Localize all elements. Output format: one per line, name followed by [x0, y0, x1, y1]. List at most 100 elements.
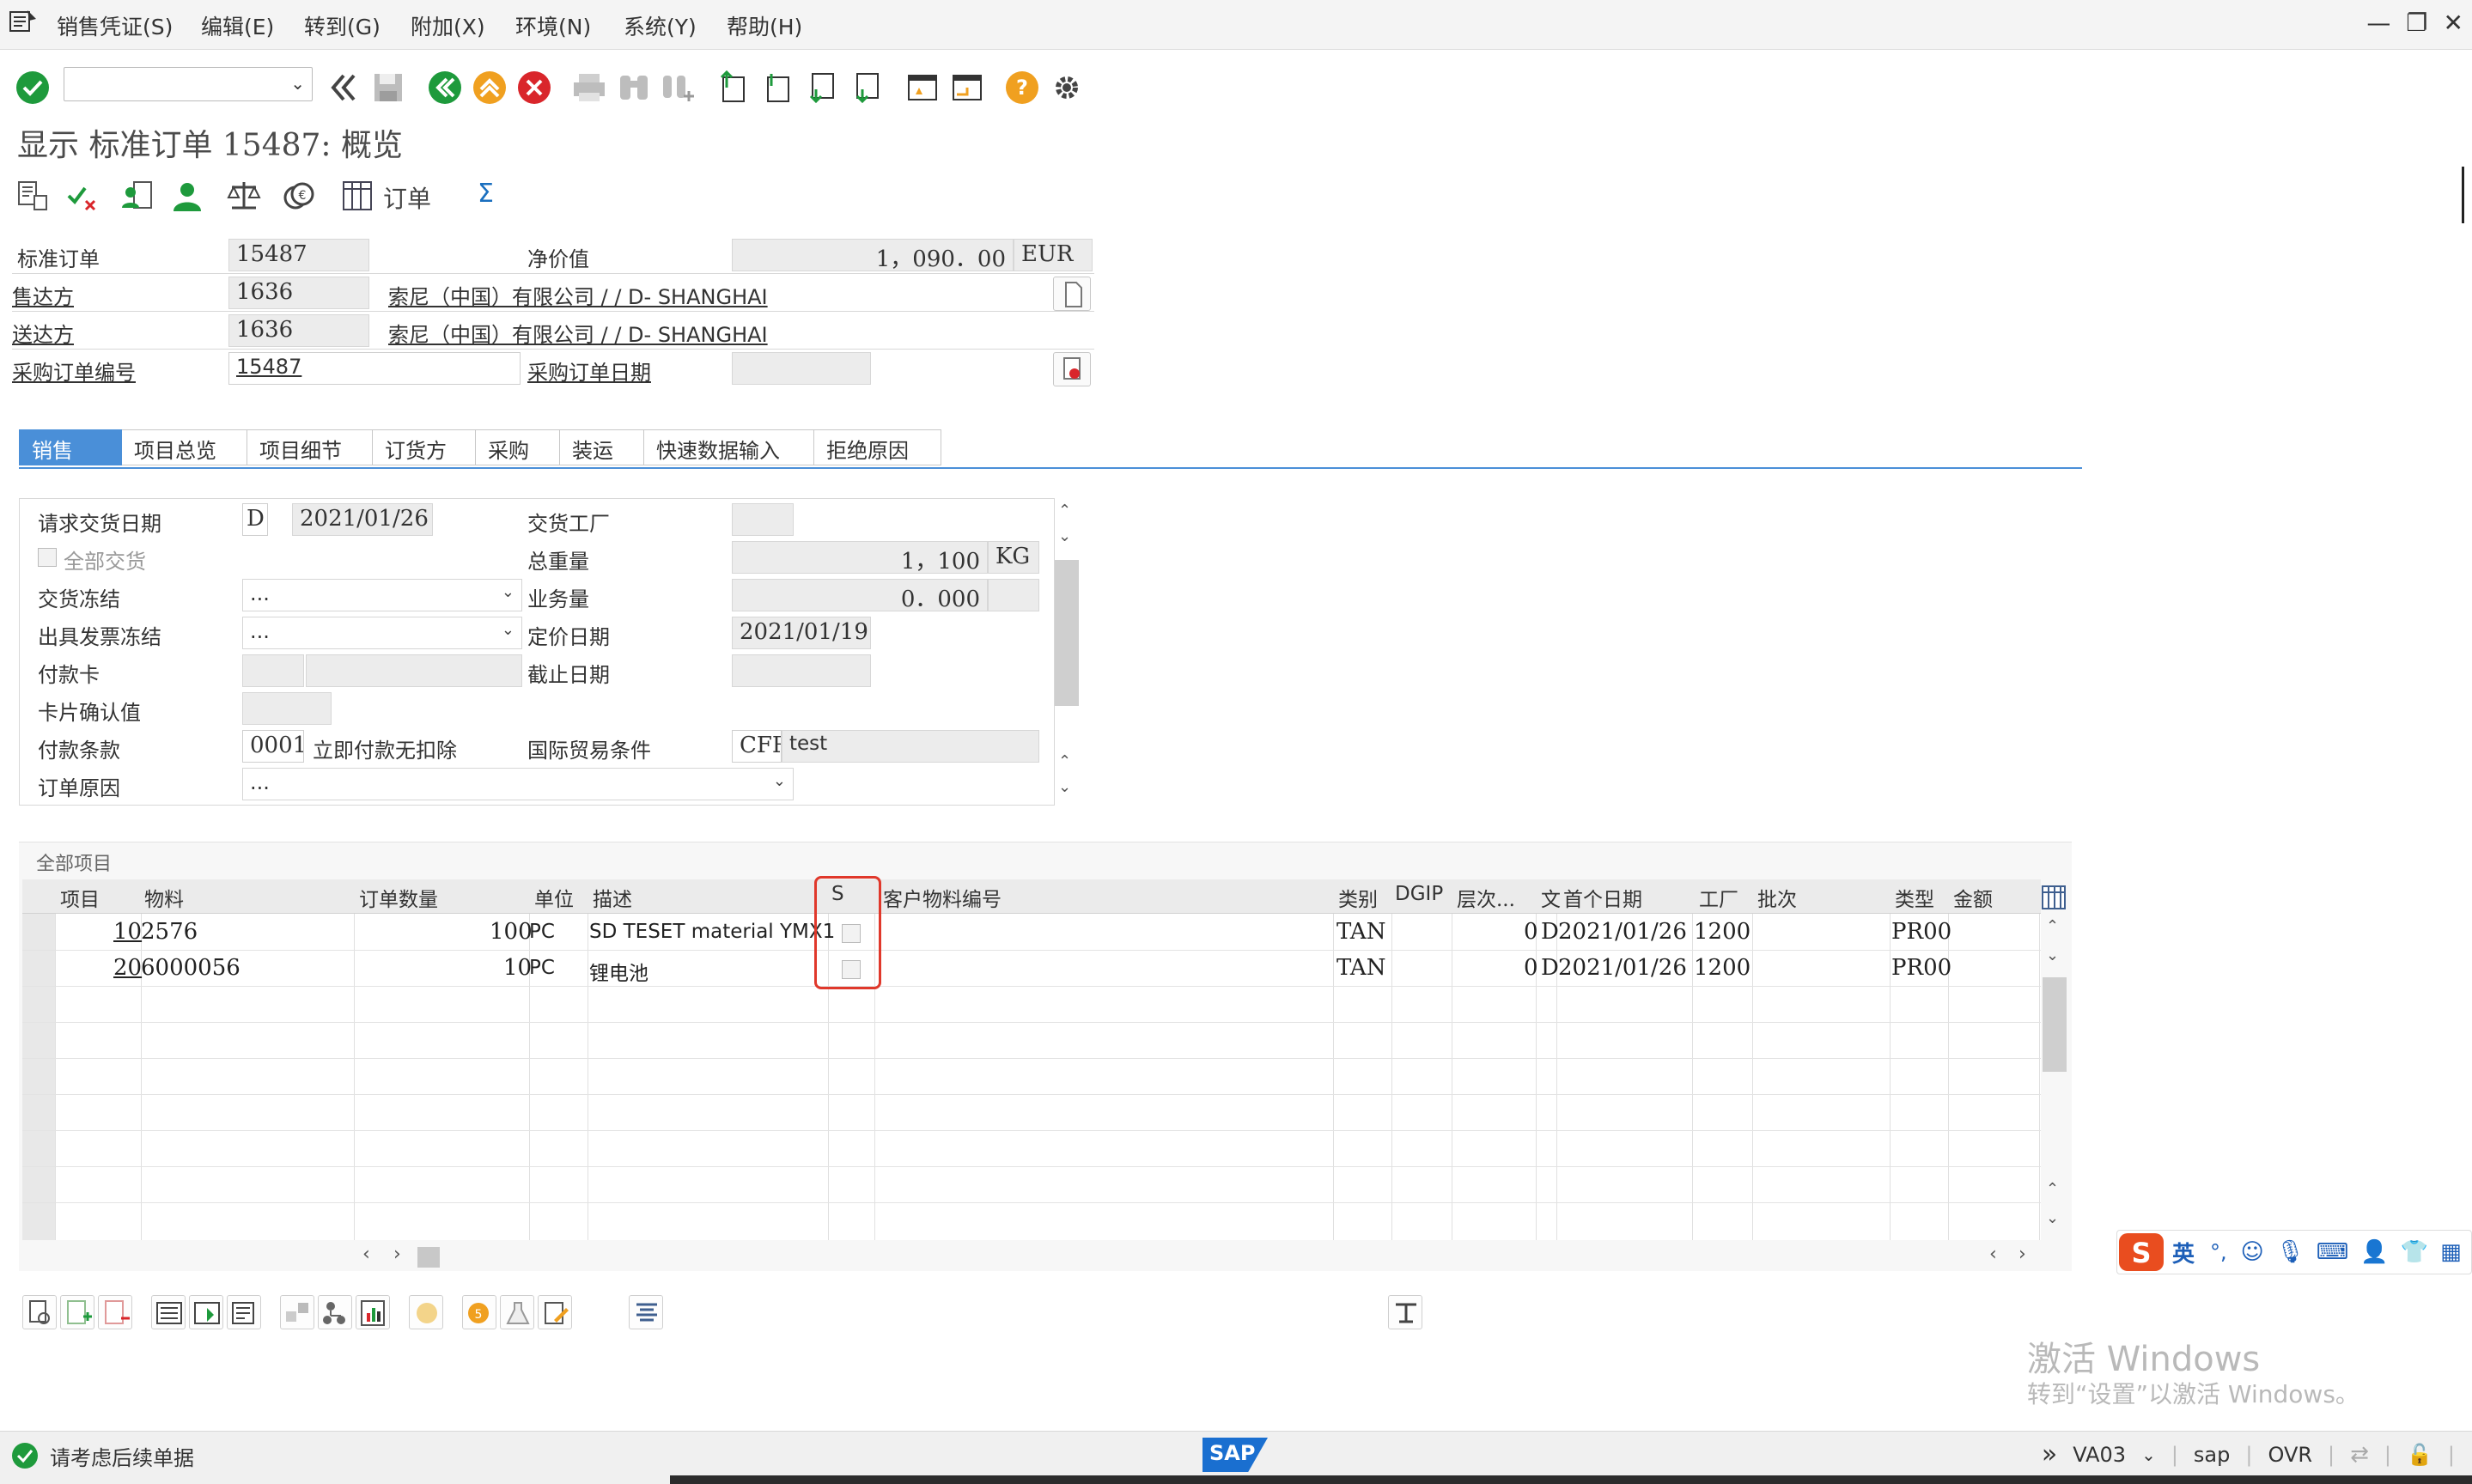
payment-card-field[interactable]: [306, 654, 522, 687]
po-date-field[interactable]: [732, 352, 871, 385]
scroll-right-icon[interactable]: ›: [2018, 1244, 2026, 1265]
user-settings-icon[interactable]: 👤: [2360, 1239, 2388, 1265]
delivery-block-select[interactable]: ... ⌄: [242, 579, 522, 611]
weight-unit-field[interactable]: KG: [988, 541, 1039, 574]
balance-scale-icon[interactable]: [227, 179, 261, 213]
help-icon[interactable]: ?: [1003, 69, 1041, 106]
row-type[interactable]: PR00: [1891, 955, 1951, 981]
row-qty[interactable]: 100: [490, 919, 533, 945]
col-customer-material[interactable]: 客户物料编号: [883, 883, 1002, 912]
first-page-icon[interactable]: [715, 69, 752, 106]
incoterms-text-field[interactable]: test: [782, 730, 1039, 763]
menu-system[interactable]: 系统(Y): [624, 10, 697, 41]
card-verification-field[interactable]: [242, 692, 332, 725]
row-material[interactable]: 2576: [141, 919, 198, 945]
table-icon[interactable]: [340, 179, 374, 213]
pdf-button[interactable]: [356, 1295, 390, 1329]
scroll-right-icon[interactable]: ›: [393, 1244, 401, 1265]
row-description[interactable]: 锂电池: [589, 957, 648, 986]
tab-procurement[interactable]: 采购: [476, 429, 560, 465]
row-category[interactable]: TAN: [1336, 919, 1385, 945]
filter-button[interactable]: [1388, 1295, 1422, 1329]
maximize-button[interactable]: ❐: [2406, 9, 2427, 37]
sold-to-name[interactable]: 索尼（中国）有限公司 / / D- SHANGHAI: [388, 280, 768, 310]
scroll-down-icon[interactable]: ⌄: [1058, 778, 1071, 796]
row-level[interactable]: 0: [1524, 955, 1538, 981]
tab-item-overview[interactable]: 项目总览: [122, 429, 247, 465]
tab-sales[interactable]: 销售: [19, 429, 122, 465]
po-date-label[interactable]: 采购订单日期: [527, 356, 651, 386]
tab-fast-data-entry[interactable]: 快速数据输入: [644, 429, 814, 465]
tab-ordering-party[interactable]: 订货方: [373, 429, 476, 465]
find-next-icon[interactable]: [660, 69, 697, 106]
menu-icon[interactable]: [9, 9, 38, 34]
row-unit[interactable]: PC: [529, 921, 555, 943]
col-category[interactable]: 类别: [1338, 883, 1378, 912]
find-icon[interactable]: [615, 69, 653, 106]
scroll-left-icon[interactable]: ‹: [362, 1244, 370, 1265]
microphone-icon[interactable]: 🎙: [2276, 1239, 2305, 1265]
print-icon[interactable]: [570, 69, 608, 106]
grid-icon[interactable]: ▦: [2440, 1239, 2462, 1265]
col-amount[interactable]: 金额: [1953, 883, 1993, 912]
partner-document-icon[interactable]: [120, 179, 155, 213]
row-level[interactable]: 0: [1524, 919, 1538, 945]
configuration-button[interactable]: [280, 1295, 314, 1329]
req-delivery-date-type-field[interactable]: D: [242, 503, 268, 536]
payment-card-type-field[interactable]: [242, 654, 304, 687]
generate-shortcut-icon[interactable]: [948, 69, 986, 106]
currency-icon[interactable]: €: [282, 179, 316, 213]
new-session-icon[interactable]: [904, 69, 941, 106]
sold-to-label[interactable]: 售达方: [12, 280, 74, 310]
next-page-icon[interactable]: [804, 69, 842, 106]
req-delivery-date-field[interactable]: 2021/01/26: [292, 503, 433, 536]
row-plant[interactable]: 1200: [1694, 955, 1750, 981]
payment-terms-code-field[interactable]: 0001: [242, 730, 304, 763]
punctuation-icon[interactable]: °,: [2210, 1240, 2227, 1264]
po-number-label[interactable]: 采购订单编号: [12, 356, 136, 386]
transaction-code[interactable]: VA03: [2073, 1443, 2126, 1467]
row-first-date[interactable]: 2021/01/26: [1558, 919, 1687, 945]
lock-icon[interactable]: 🔓: [2407, 1443, 2432, 1467]
row-item[interactable]: 10: [113, 919, 142, 945]
ship-to-field[interactable]: 1636: [228, 314, 369, 347]
order-button-label[interactable]: 订单: [383, 180, 431, 215]
sum-button[interactable]: Σ: [478, 179, 494, 209]
row-item[interactable]: 20: [113, 955, 142, 981]
scroll-down-icon[interactable]: ⌄: [1058, 527, 1071, 545]
menu-goto[interactable]: 转到(G): [304, 10, 381, 41]
chevron-down-icon[interactable]: ⌄: [502, 583, 514, 601]
col-unit[interactable]: 单位: [534, 883, 574, 912]
insert-row-button[interactable]: [60, 1295, 94, 1329]
document-flow-icon[interactable]: [15, 179, 50, 213]
back-icon[interactable]: [426, 69, 464, 106]
pricing-button[interactable]: [409, 1295, 443, 1329]
scroll-down-icon[interactable]: ⌄: [2046, 946, 2059, 964]
minimize-button[interactable]: —: [2366, 9, 2390, 37]
menu-edit[interactable]: 编辑(E): [201, 10, 274, 41]
ship-to-label[interactable]: 送达方: [12, 318, 74, 348]
delete-row-button[interactable]: [98, 1295, 132, 1329]
volume-unit-field[interactable]: [988, 579, 1039, 611]
row-material[interactable]: 6000056: [141, 955, 241, 981]
chevron-down-icon[interactable]: ⌄: [290, 73, 305, 94]
pricing-date-field[interactable]: 2021/01/19: [732, 617, 871, 649]
col-dgip[interactable]: DGIP: [1395, 883, 1443, 905]
scroll-down-icon[interactable]: ⌄: [2046, 1209, 2059, 1227]
chevron-down-icon[interactable]: ⌄: [502, 621, 514, 639]
insert-mode[interactable]: OVR: [2268, 1443, 2312, 1467]
volume-field[interactable]: 0．000: [732, 579, 988, 611]
command-field[interactable]: ⌄: [64, 67, 313, 101]
po-number-field[interactable]: 15487: [228, 352, 521, 385]
complete-delivery-checkbox[interactable]: [38, 548, 57, 567]
exit-icon[interactable]: [471, 69, 508, 106]
col-plant[interactable]: 工厂: [1699, 883, 1738, 912]
row-unit[interactable]: PC: [529, 957, 555, 979]
gear-icon[interactable]: [1048, 69, 1086, 106]
chevron-down-icon[interactable]: ⌄: [2141, 1444, 2156, 1465]
total-weight-field[interactable]: 1，100: [732, 541, 988, 574]
user-icon[interactable]: [170, 179, 204, 213]
scroll-left-icon[interactable]: ‹: [1989, 1244, 1997, 1265]
tab-shipping[interactable]: 装运: [560, 429, 644, 465]
last-page-icon[interactable]: [849, 69, 886, 106]
